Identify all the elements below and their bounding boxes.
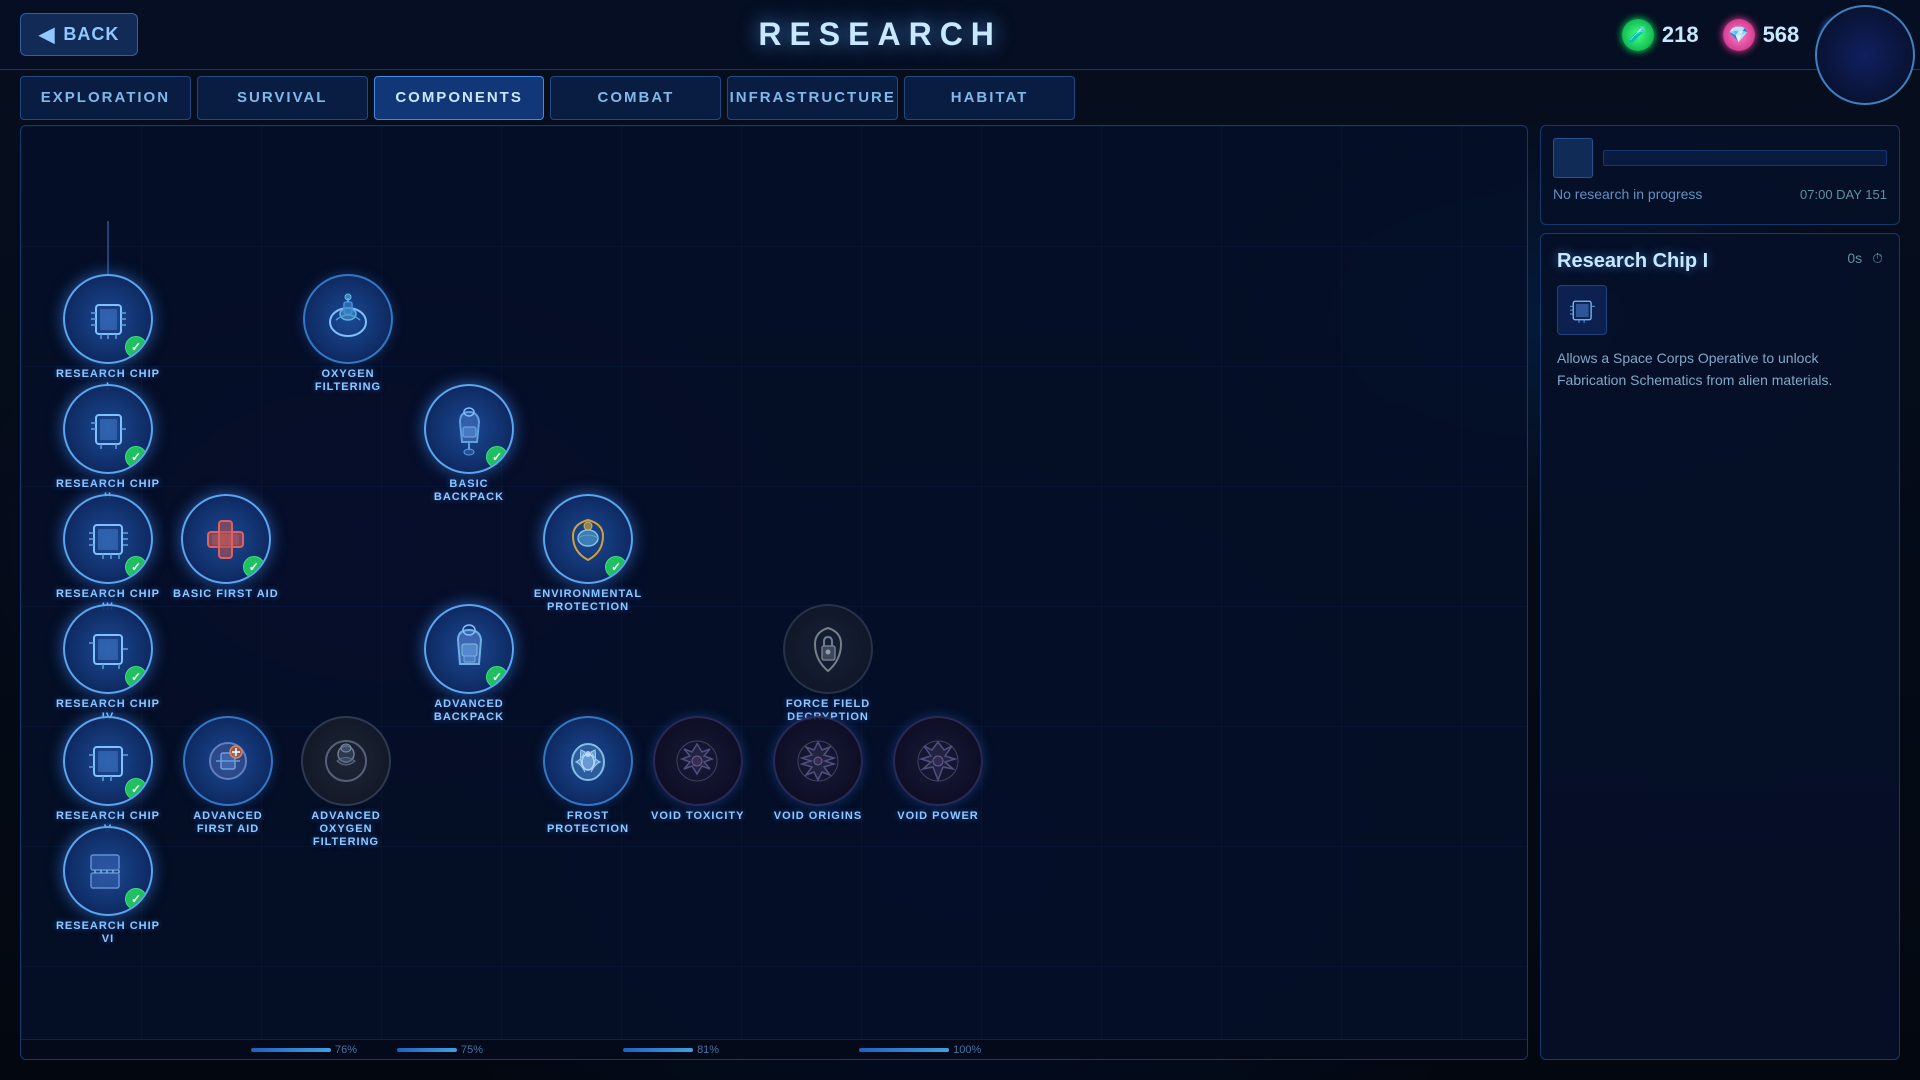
check-icon: ✓ [243, 556, 265, 578]
check-icon: ✓ [125, 336, 147, 358]
node-oxygen-filtering[interactable]: OXYGEN FILTERING [293, 274, 403, 394]
node-research-chip-3[interactable]: ✓ RESEARCH CHIP III [53, 494, 163, 614]
bar-pct-2: 75% [461, 1044, 483, 1056]
node-label: ADVANCED OXYGEN FILTERING [291, 810, 401, 850]
detail-title: Research Chip I [1557, 250, 1708, 273]
node-frost-protection[interactable]: FROST PROTECTION [533, 716, 643, 836]
research-tree: ✓ RESEARCH CHIP I OXYGEN FILTERING [20, 125, 1528, 1060]
bar-pct-4: 100% [953, 1044, 981, 1056]
node-label: BASIC BACKPACK [414, 478, 524, 504]
node-label: OXYGEN FILTERING [293, 368, 403, 394]
bar-pct-1: 76% [335, 1044, 357, 1056]
tree-footer: 76% 75% 81% 100% [21, 1039, 1527, 1059]
no-research-label: No research in progress [1553, 186, 1702, 202]
node-research-chip-4[interactable]: ✓ RESEARCH CHIP IV [53, 604, 163, 724]
research-progress-panel: No research in progress 07:00 DAY 151 [1540, 125, 1900, 225]
node-label: ADVANCED BACKPACK [414, 698, 524, 724]
tab-infrastructure[interactable]: INFRASTRUCTURE [727, 76, 898, 120]
node-label: BASIC FIRST AID [173, 588, 279, 601]
back-button[interactable]: ◀ BACK [20, 13, 138, 56]
check-icon: ✓ [486, 666, 508, 688]
node-basic-first-aid[interactable]: ✓ BASIC FIRST AID [173, 494, 279, 601]
green-resource-icon: 🧪 [1622, 19, 1654, 51]
tab-bar: EXPLORATION SURVIVAL COMPONENTS COMBAT I… [20, 70, 1075, 125]
active-research-icon [1553, 138, 1593, 178]
page-title: RESEARCH [138, 16, 1621, 53]
green-resource-value: 218 [1662, 22, 1699, 48]
bar-segment-1: 76% [251, 1044, 357, 1056]
node-advanced-oxygen-filtering[interactable]: ADVANCED OXYGEN FILTERING [291, 716, 401, 850]
node-research-chip-1[interactable]: ✓ RESEARCH CHIP I [53, 274, 163, 394]
bar-pct-3: 81% [697, 1044, 719, 1056]
tab-components[interactable]: COMPONENTS [374, 76, 545, 120]
check-icon: ✓ [125, 446, 147, 468]
node-label: VOID ORIGINS [774, 810, 862, 823]
detail-header: Research Chip I 0s ⏱ [1557, 250, 1883, 273]
check-icon: ✓ [125, 888, 147, 910]
bar-segment-4: 100% [859, 1044, 981, 1056]
bar-segment-2: 75% [397, 1044, 483, 1056]
node-void-toxicity[interactable]: VOID TOXICITY [651, 716, 744, 823]
tab-exploration[interactable]: EXPLORATION [20, 76, 191, 120]
research-detail-panel: Research Chip I 0s ⏱ Allows [1540, 233, 1900, 1060]
research-time: 07:00 DAY 151 [1800, 187, 1887, 202]
check-icon: ✓ [125, 556, 147, 578]
node-label: VOID TOXICITY [651, 810, 744, 823]
check-icon: ✓ [125, 666, 147, 688]
node-label: VOID POWER [897, 810, 979, 823]
resource-green: 🧪 218 [1622, 19, 1699, 51]
node-research-chip-2[interactable]: ✓ RESEARCH CHIP II [53, 384, 163, 504]
node-research-chip-5[interactable]: ✓ RESEARCH CHIP V [53, 716, 163, 836]
tab-survival[interactable]: SURVIVAL [197, 76, 368, 120]
research-progress-bar [1603, 150, 1887, 166]
main-content: ✓ RESEARCH CHIP I OXYGEN FILTERING [20, 125, 1900, 1060]
detail-time: 0s ⏱ [1847, 250, 1883, 267]
check-icon: ✓ [486, 446, 508, 468]
tab-combat[interactable]: COMBAT [550, 76, 721, 120]
node-advanced-first-aid[interactable]: ADVANCED FIRST AID [173, 716, 283, 836]
minimap [1815, 5, 1915, 105]
node-void-power[interactable]: VOID POWER [893, 716, 983, 823]
side-panel: No research in progress 07:00 DAY 151 Re… [1540, 125, 1900, 1060]
node-force-field-decryption[interactable]: FORCE FIELD DECRYPTION [773, 604, 883, 724]
node-basic-backpack[interactable]: ✓ BASIC BACKPACK [414, 384, 524, 504]
node-void-origins[interactable]: VOID ORIGINS [773, 716, 863, 823]
tab-habitat[interactable]: HABITAT [904, 76, 1075, 120]
header: ◀ BACK RESEARCH 🧪 218 💎 568 💠 203 [0, 0, 1920, 70]
node-environmental-protection[interactable]: ✓ ENVIRONMENTAL PROTECTION [533, 494, 643, 614]
pink-resource-value: 568 [1763, 22, 1800, 48]
back-arrow-icon: ◀ [39, 22, 55, 47]
node-research-chip-6[interactable]: ✓ RESEARCH CHIP VI [53, 826, 163, 946]
node-label: FROST PROTECTION [533, 810, 643, 836]
detail-icon [1557, 285, 1607, 335]
back-label: BACK [63, 24, 119, 45]
check-icon: ✓ [125, 778, 147, 800]
resource-pink: 💎 568 [1723, 19, 1800, 51]
detail-description: Allows a Space Corps Operative to unlock… [1557, 347, 1883, 392]
node-label: RESEARCH CHIP VI [53, 920, 163, 946]
check-icon: ✓ [605, 556, 627, 578]
node-label: ADVANCED FIRST AID [173, 810, 283, 836]
node-label: ENVIRONMENTAL PROTECTION [533, 588, 643, 614]
node-advanced-backpack[interactable]: ✓ ADVANCED BACKPACK [414, 604, 524, 724]
pink-resource-icon: 💎 [1723, 19, 1755, 51]
bar-segment-3: 81% [623, 1044, 719, 1056]
